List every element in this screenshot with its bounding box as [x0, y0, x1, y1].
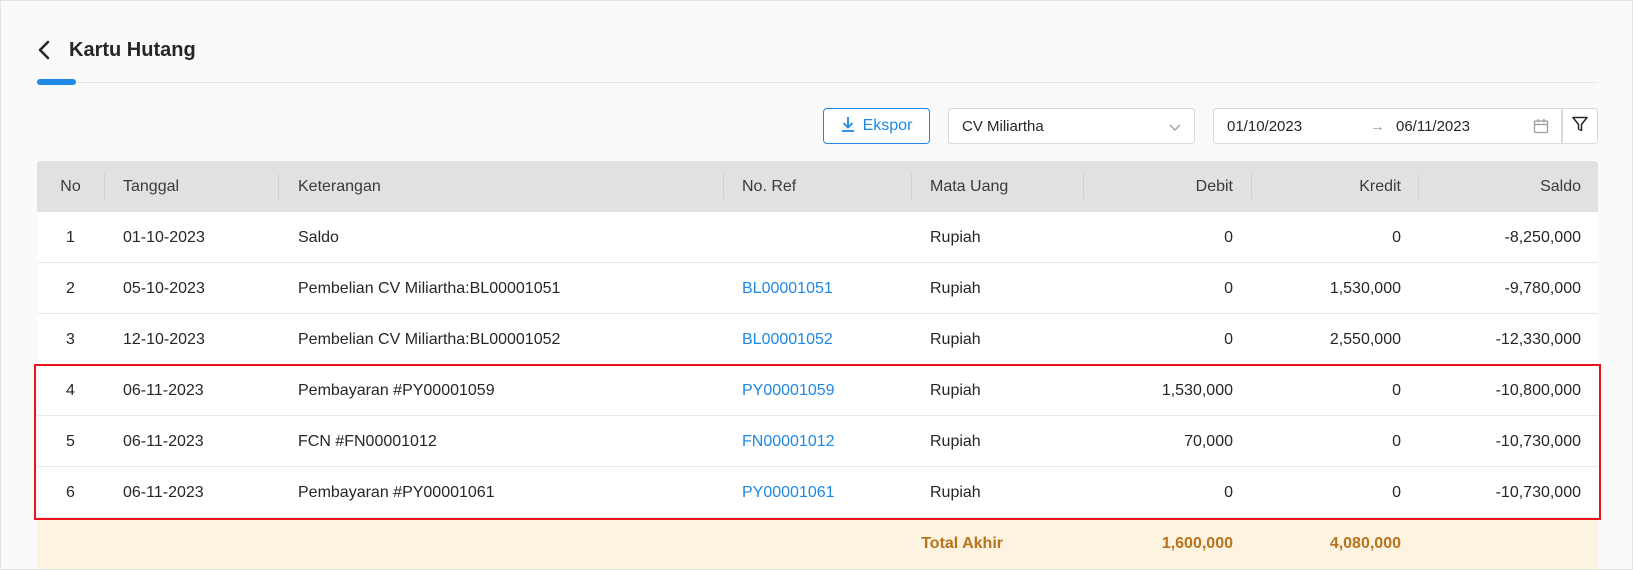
cell-ref-link[interactable]: BL00001051 [742, 263, 833, 314]
header-debit: Debit [1195, 177, 1233, 195]
cell-no: 5 [66, 432, 75, 450]
header-divider [278, 174, 279, 199]
cell-saldo: -10,730,000 [1495, 483, 1581, 501]
cell-saldo: -10,730,000 [1495, 432, 1581, 450]
cell-ref-link[interactable]: PY00001059 [742, 365, 835, 416]
page-header: Kartu Hutang [37, 35, 196, 65]
cell-saldo: -12,330,000 [1495, 330, 1581, 348]
total-kredit: 4,080,000 [1329, 534, 1401, 552]
cell-kredit: 0 [1392, 228, 1401, 246]
cell-ref-link[interactable]: FN00001012 [742, 416, 835, 467]
cell-tanggal: 06-11-2023 [123, 483, 204, 501]
cell-saldo: -10,800,000 [1495, 381, 1581, 399]
cell-no: 1 [66, 228, 75, 246]
cell-no: 3 [66, 330, 75, 348]
cell-tanggal: 06-11-2023 [123, 432, 204, 450]
export-label: Ekspor [862, 117, 913, 134]
cell-tanggal: 06-11-2023 [123, 381, 204, 399]
ledger-table: No Tanggal Keterangan No. Ref Mata Uang … [37, 161, 1598, 569]
filter-icon [1571, 115, 1589, 138]
export-button[interactable]: Ekspor [823, 108, 930, 144]
tab-active-indicator [37, 79, 76, 85]
total-debit: 1,600,000 [1161, 534, 1233, 552]
header-keterangan: Keterangan [298, 177, 381, 195]
cell-saldo: -9,780,000 [1504, 279, 1581, 297]
supplier-value: CV Miliartha [962, 117, 1044, 135]
table-row: 6 06-11-2023 Pembayaran #PY00001061 PY00… [37, 467, 1598, 518]
cell-mata-uang: Rupiah [930, 483, 981, 501]
header-divider [104, 174, 105, 199]
cell-tanggal: 01-10-2023 [123, 228, 205, 246]
cell-debit: 70,000 [1184, 432, 1233, 450]
cell-debit: 0 [1224, 330, 1233, 348]
header-ref: No. Ref [742, 177, 797, 195]
calendar-icon[interactable] [1533, 118, 1549, 138]
cell-keterangan: Pembelian CV Miliartha:BL00001052 [298, 330, 561, 348]
cell-keterangan: Pembayaran #PY00001059 [298, 381, 495, 399]
header-divider [1083, 174, 1084, 199]
cell-kredit: 1,530,000 [1329, 279, 1401, 297]
page-title: Kartu Hutang [69, 38, 196, 61]
cell-no: 4 [66, 381, 75, 399]
cell-kredit: 2,550,000 [1329, 330, 1401, 348]
header-divider [1418, 174, 1419, 199]
date-range-picker[interactable]: 01/10/2023 → 06/11/2023 [1213, 108, 1562, 144]
table-row: 5 06-11-2023 FCN #FN00001012 FN00001012 … [37, 416, 1598, 467]
header-divider [723, 174, 724, 199]
date-end-input[interactable]: 06/11/2023 [1396, 118, 1470, 135]
table-row: 1 01-10-2023 Saldo Rupiah 0 0 -8,250,000 [37, 212, 1598, 263]
cell-debit: 0 [1224, 279, 1233, 297]
date-start-input[interactable]: 01/10/2023 [1227, 118, 1302, 135]
supplier-select[interactable]: CV Miliartha [948, 108, 1195, 144]
chevron-down-icon [1168, 120, 1182, 138]
header-divider [911, 174, 912, 199]
cell-mata-uang: Rupiah [930, 432, 981, 450]
cell-saldo: -8,250,000 [1504, 228, 1581, 246]
total-row: Total Akhir 1,600,000 4,080,000 [37, 518, 1598, 569]
table-row: 2 05-10-2023 Pembelian CV Miliartha:BL00… [37, 263, 1598, 314]
cell-tanggal: 12-10-2023 [123, 330, 205, 348]
header-mata-uang: Mata Uang [930, 177, 1009, 195]
cell-kredit: 0 [1392, 432, 1401, 450]
cell-keterangan: FCN #FN00001012 [298, 432, 437, 450]
cell-mata-uang: Rupiah [930, 330, 981, 348]
table-row: 3 12-10-2023 Pembelian CV Miliartha:BL00… [37, 314, 1598, 365]
download-icon [841, 116, 855, 137]
cell-ref-link[interactable]: PY00001061 [742, 467, 835, 518]
header-tanggal: Tanggal [123, 177, 180, 195]
table-header: No Tanggal Keterangan No. Ref Mata Uang … [37, 161, 1598, 212]
date-separator-arrow: → [1370, 118, 1385, 135]
header-saldo: Saldo [1540, 177, 1581, 195]
cell-mata-uang: Rupiah [930, 381, 981, 399]
filter-button[interactable] [1562, 108, 1598, 144]
cell-no: 6 [66, 483, 75, 501]
cell-debit: 0 [1224, 228, 1233, 246]
cell-keterangan: Pembelian CV Miliartha:BL00001051 [298, 279, 561, 297]
cell-tanggal: 05-10-2023 [123, 279, 205, 297]
header-divider [1251, 174, 1252, 199]
total-label: Total Akhir [921, 534, 1003, 552]
cell-mata-uang: Rupiah [930, 228, 981, 246]
cell-kredit: 0 [1392, 381, 1401, 399]
cell-no: 2 [66, 279, 75, 297]
page-frame: Kartu Hutang Ekspor CV Miliartha 01/10/2… [0, 0, 1633, 570]
cell-debit: 0 [1224, 483, 1233, 501]
header-no: No [60, 177, 81, 195]
cell-keterangan: Saldo [298, 228, 339, 246]
chevron-left-icon[interactable] [37, 37, 59, 63]
cell-mata-uang: Rupiah [930, 279, 981, 297]
tab-divider [37, 82, 1598, 83]
cell-ref-link[interactable]: BL00001052 [742, 314, 833, 365]
header-kredit: Kredit [1359, 177, 1401, 195]
cell-kredit: 0 [1392, 483, 1401, 501]
table-row: 4 06-11-2023 Pembayaran #PY00001059 PY00… [37, 365, 1598, 416]
cell-debit: 1,530,000 [1161, 381, 1233, 399]
cell-keterangan: Pembayaran #PY00001061 [298, 483, 495, 501]
